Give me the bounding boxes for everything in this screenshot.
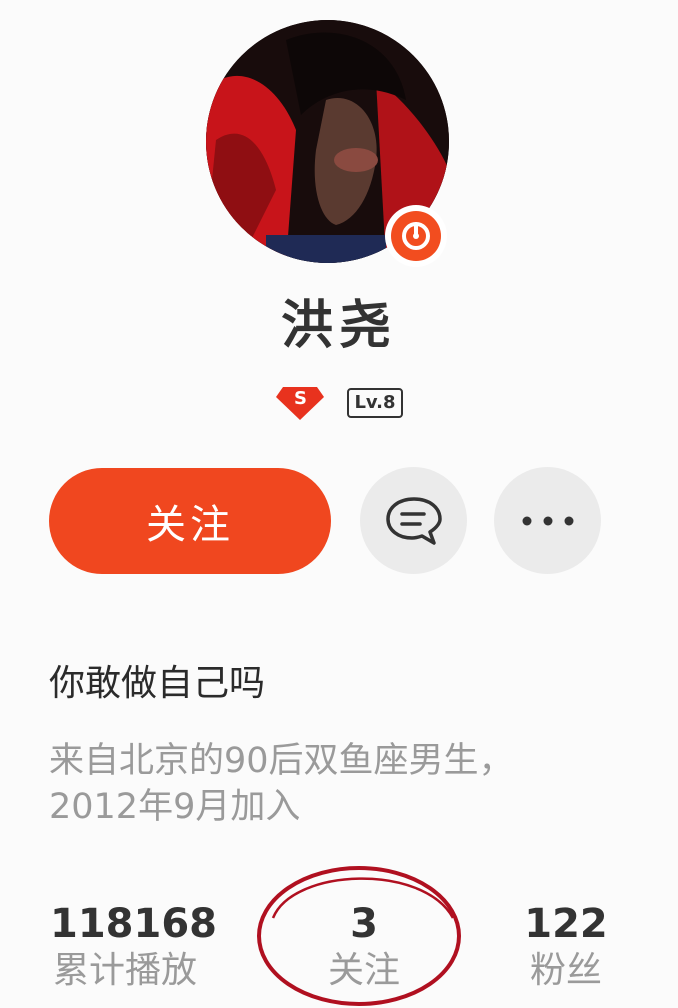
profile-bio: 来自北京的90后双鱼座男生， 2012年9月加入 xyxy=(49,738,609,830)
stat-plays[interactable]: 118168 累计播放 xyxy=(50,900,217,994)
stat-following[interactable]: 3 关注 xyxy=(304,900,424,994)
more-dots-icon xyxy=(522,516,573,525)
stat-following-label: 关注 xyxy=(327,950,400,991)
profile-tags: S Lv.8 xyxy=(0,383,678,423)
level-badge: Lv.8 xyxy=(347,388,403,418)
message-button[interactable] xyxy=(360,467,467,574)
music-badge xyxy=(385,205,447,267)
stat-fans[interactable]: 122 粉丝 xyxy=(516,900,616,994)
profile-name: 洪尧 xyxy=(280,296,397,356)
follow-button[interactable]: 关注 xyxy=(49,468,331,574)
super-user-badge-icon: S xyxy=(275,385,325,421)
stat-fans-value: 122 xyxy=(524,901,608,947)
bio-line-1: 来自北京的90后双鱼座男生， xyxy=(49,741,514,781)
profile-slogan: 你敢做自己吗 xyxy=(49,663,266,704)
stat-plays-value: 118168 xyxy=(50,901,217,947)
stat-fans-label: 粉丝 xyxy=(529,950,602,991)
super-user-badge-letter: S xyxy=(293,388,307,409)
chat-bubble-icon xyxy=(385,496,442,545)
bio-line-2: 2012年9月加入 xyxy=(49,787,301,827)
more-button[interactable] xyxy=(494,467,601,574)
stat-following-value: 3 xyxy=(350,901,378,947)
music-note-icon xyxy=(391,211,441,261)
stat-plays-label: 累计播放 xyxy=(52,950,197,991)
